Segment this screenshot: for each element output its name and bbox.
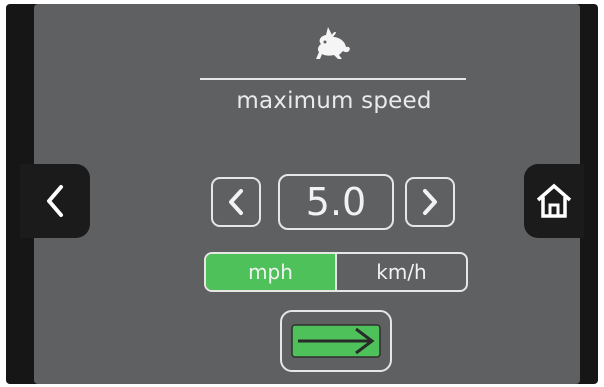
decrease-speed-button[interactable] <box>211 177 261 227</box>
settings-panel: maximum speed 5.0 mph km/h <box>34 4 580 384</box>
next-button[interactable] <box>280 310 392 372</box>
page-title: maximum speed <box>236 88 432 114</box>
chevron-left-icon <box>229 189 243 215</box>
unit-label-kmh: km/h <box>376 260 427 284</box>
increase-speed-button[interactable] <box>405 177 455 227</box>
unit-label-mph: mph <box>248 260 293 284</box>
title-divider <box>200 78 466 80</box>
chevron-left-icon <box>47 185 63 217</box>
home-button[interactable] <box>524 164 584 238</box>
device-frame: maximum speed 5.0 mph km/h <box>6 4 598 384</box>
unit-option-mph[interactable]: mph <box>206 254 337 290</box>
arrow-right-icon <box>291 324 381 358</box>
rabbit-icon <box>312 24 354 66</box>
unit-option-kmh[interactable]: km/h <box>337 254 466 290</box>
home-icon <box>536 183 572 218</box>
unit-toggle: mph km/h <box>204 252 468 292</box>
speed-value: 5.0 <box>305 180 367 224</box>
speed-value-display: 5.0 <box>278 174 394 230</box>
back-button[interactable] <box>20 164 90 238</box>
chevron-right-icon <box>423 189 437 215</box>
